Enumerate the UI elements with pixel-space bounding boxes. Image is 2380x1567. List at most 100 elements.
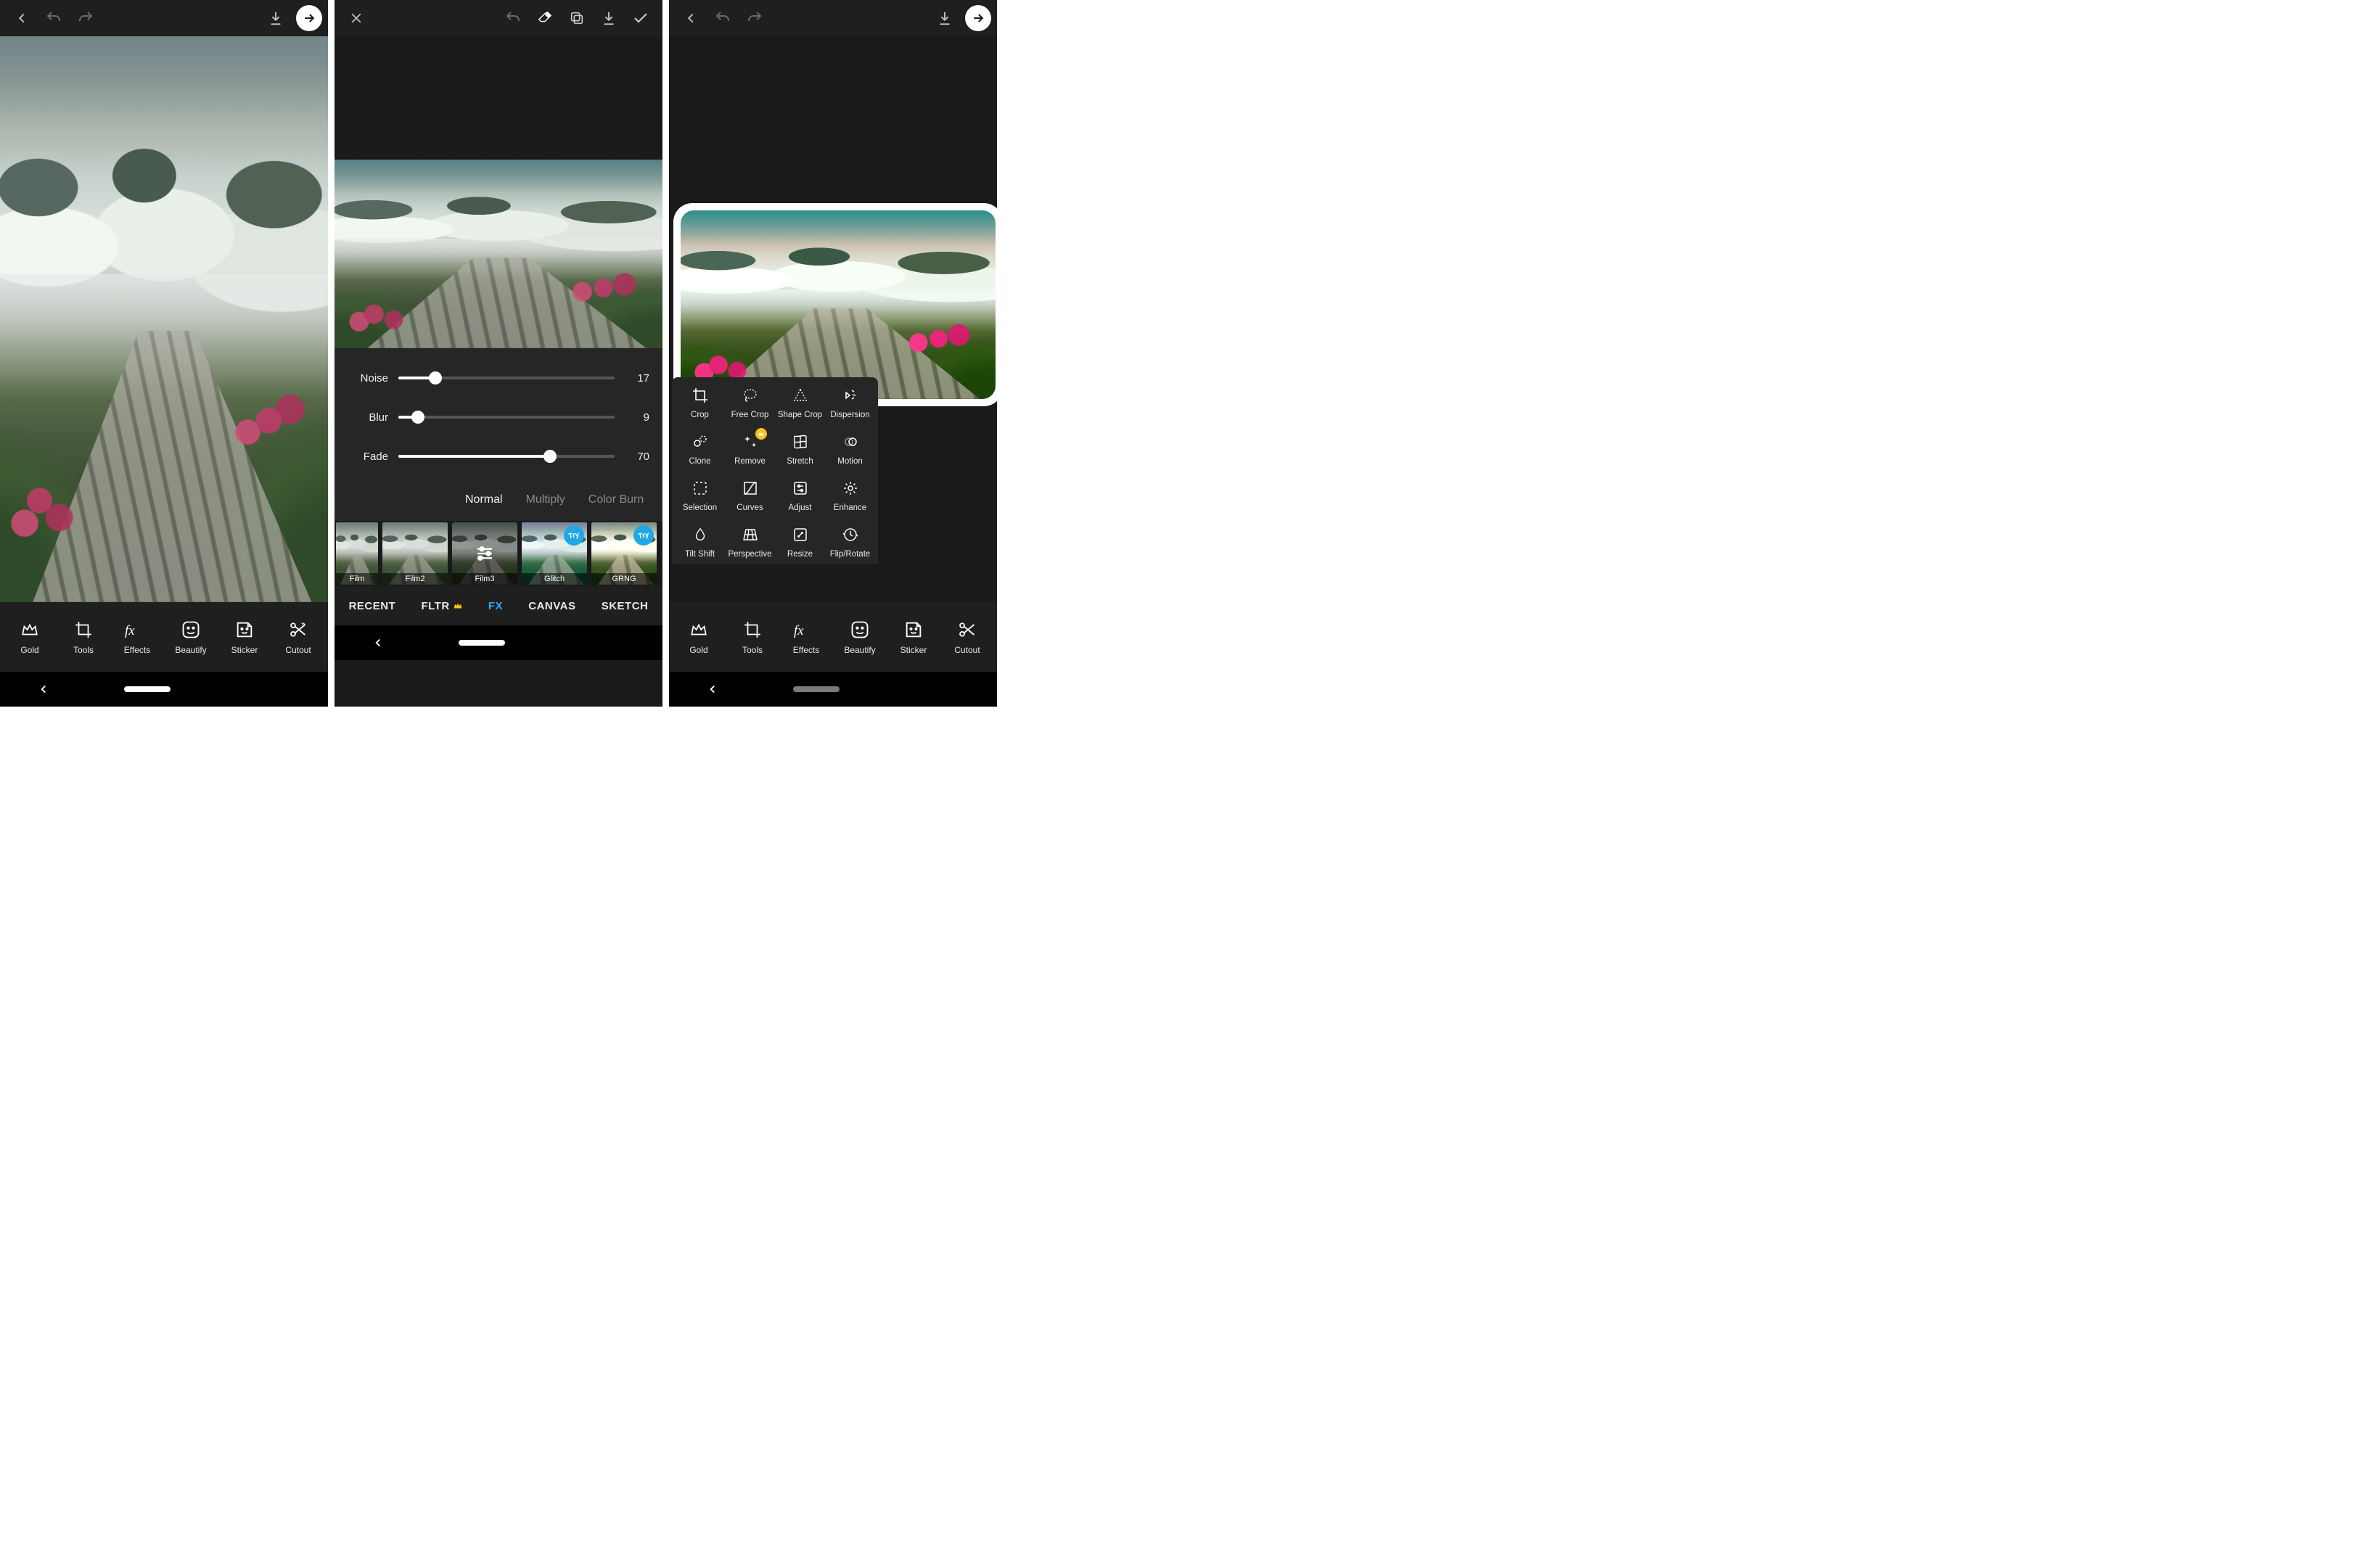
curves-icon (742, 479, 759, 498)
close-icon[interactable] (340, 2, 372, 34)
tool-sticker[interactable]: Sticker (888, 619, 939, 655)
motion-icon (841, 432, 860, 451)
filter-thumb-film3[interactable]: Film3 (452, 522, 517, 585)
canvas[interactable] (0, 36, 328, 602)
tool-beautify[interactable]: Beautify (165, 619, 216, 655)
tool-gold[interactable]: Gold (673, 619, 724, 655)
tool-adjust[interactable]: Adjust (775, 479, 825, 512)
tab-fltr[interactable]: FLTR (421, 600, 462, 612)
back-icon[interactable] (675, 2, 707, 34)
face-icon (850, 619, 870, 641)
image-preview[interactable] (673, 203, 997, 406)
undo-icon[interactable] (38, 2, 70, 34)
tool-selection[interactable]: Selection (675, 479, 725, 512)
layers-icon[interactable] (561, 2, 593, 34)
redo-icon[interactable] (70, 2, 102, 34)
scissors-icon (288, 619, 308, 641)
tool-shapecrop[interactable]: Shape Crop (775, 386, 825, 419)
slider-fade[interactable]: Fade 70 (348, 437, 649, 476)
tool-clone[interactable]: Clone (675, 432, 725, 466)
top-bar (669, 0, 997, 36)
slider-track[interactable] (398, 377, 615, 379)
download-icon[interactable] (260, 2, 292, 34)
sliders-panel: Noise 17 Blur 9 Fade 70 (335, 348, 662, 479)
slider-track[interactable] (398, 455, 615, 458)
tool-motion[interactable]: Motion (825, 432, 875, 466)
slider-noise[interactable]: Noise 17 (348, 358, 649, 398)
tool-cutout[interactable]: Cutout (942, 619, 993, 655)
triangle-icon (792, 386, 809, 405)
tool-crop[interactable]: Crop (675, 386, 725, 419)
filter-thumbs-row[interactable]: Film Film2 Film3 Try Glitch Try GRNG (335, 521, 662, 586)
grid-label: Free Crop (731, 411, 769, 419)
nav-back-icon[interactable] (706, 683, 719, 696)
tool-remove[interactable]: Remove (725, 432, 775, 466)
screen-tools-menu: Crop Free Crop Shape Crop Dispersion Clo… (669, 0, 997, 707)
bottom-toolstrip: Gold Tools fx Effects Beautify Sticker C… (669, 602, 997, 672)
undo-icon[interactable] (497, 2, 529, 34)
tool-tools[interactable]: Tools (58, 619, 109, 655)
undo-icon[interactable] (707, 2, 739, 34)
nav-back-icon[interactable] (37, 683, 50, 696)
download-icon[interactable] (593, 2, 625, 34)
rotate-icon (841, 525, 860, 544)
nav-home-pill[interactable] (793, 686, 840, 692)
canvas[interactable] (335, 36, 662, 348)
grid-label: Dispersion (830, 411, 869, 419)
tool-cutout[interactable]: Cutout (273, 619, 324, 655)
tool-sticker[interactable]: Sticker (219, 619, 270, 655)
tool-enhance[interactable]: Enhance (825, 479, 875, 512)
tool-tiltshift[interactable]: Tilt Shift (675, 525, 725, 559)
filter-thumb-film[interactable]: Film (336, 522, 378, 585)
tool-fliprotate[interactable]: Flip/Rotate (825, 525, 875, 559)
slider-blur[interactable]: Blur 9 (348, 398, 649, 437)
tool-tools[interactable]: Tools (727, 619, 778, 655)
crown-icon (453, 601, 463, 611)
tool-stretch[interactable]: Stretch (775, 432, 825, 466)
back-icon[interactable] (6, 2, 38, 34)
blend-colorburn[interactable]: Color Burn (588, 493, 644, 506)
blend-normal[interactable]: Normal (465, 493, 503, 506)
grid-label: Flip/Rotate (830, 550, 871, 559)
tool-perspective[interactable]: Perspective (725, 525, 775, 559)
redo-icon[interactable] (739, 2, 771, 34)
blend-mode-row[interactable]: Normal Multiply Color Burn D (335, 479, 662, 521)
canvas[interactable]: Crop Free Crop Shape Crop Dispersion Clo… (669, 36, 997, 602)
grid-label: Remove (734, 457, 766, 466)
next-button[interactable] (965, 5, 991, 31)
slider-value: 17 (625, 372, 649, 384)
eraser-icon[interactable] (529, 2, 561, 34)
tool-gold[interactable]: Gold (4, 619, 55, 655)
face-icon (181, 619, 201, 641)
slider-value: 9 (625, 411, 649, 424)
filter-thumb-glitch[interactable]: Try Glitch (522, 522, 587, 585)
tool-freecrop[interactable]: Free Crop (725, 386, 775, 419)
tab-canvas[interactable]: CANVAS (528, 600, 575, 612)
download-icon[interactable] (929, 2, 961, 34)
marquee-icon (692, 479, 709, 498)
tab-fx[interactable]: FX (488, 600, 503, 612)
tool-beautify[interactable]: Beautify (834, 619, 885, 655)
tool-label: Beautify (175, 645, 206, 655)
grid-label: Crop (691, 411, 709, 419)
tool-effects[interactable]: fx Effects (781, 619, 832, 655)
tool-resize[interactable]: Resize (775, 525, 825, 559)
tab-sketch[interactable]: SKETCH (602, 600, 649, 612)
filter-thumb-grng[interactable]: Try GRNG (591, 522, 657, 585)
tool-label: Cutout (954, 645, 980, 655)
tool-dispersion[interactable]: Dispersion (825, 386, 875, 419)
tool-effects[interactable]: fx Effects (112, 619, 163, 655)
tab-recent[interactable]: RECENT (349, 600, 396, 612)
next-button[interactable] (296, 5, 322, 31)
grid-label: Tilt Shift (685, 550, 715, 559)
nav-back-icon[interactable] (372, 636, 385, 649)
apply-check-icon[interactable] (625, 2, 657, 34)
filter-thumb-film2[interactable]: Film2 (382, 522, 448, 585)
nav-home-pill[interactable] (459, 640, 505, 646)
nav-home-pill[interactable] (124, 686, 171, 692)
blend-multiply[interactable]: Multiply (526, 493, 565, 506)
droplet-icon (692, 525, 708, 544)
tool-curves[interactable]: Curves (725, 479, 775, 512)
slider-track[interactable] (398, 416, 615, 419)
thumb-label: Film (336, 573, 378, 585)
